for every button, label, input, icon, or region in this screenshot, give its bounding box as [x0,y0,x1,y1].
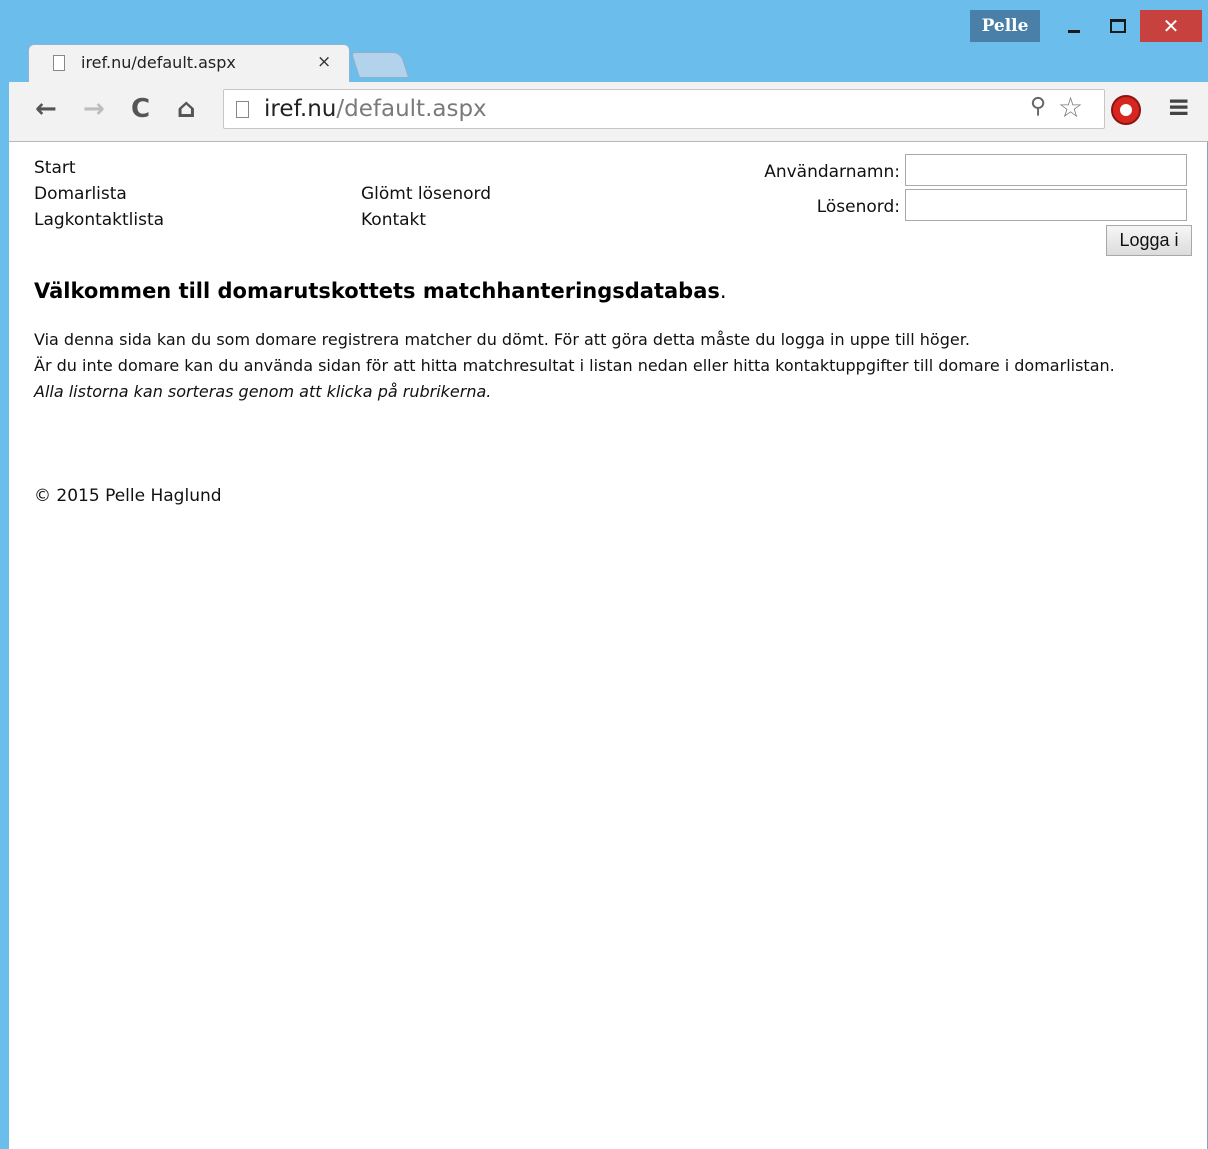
nav-link-start[interactable]: Start [34,158,76,178]
nav-link-lagkontaktlista[interactable]: Lagkontaktlista [34,210,164,230]
page-icon [53,55,65,71]
password-label: Lösenord: [816,197,900,217]
heading-text: Välkommen till domarutskottets matchhant… [34,279,720,303]
close-icon: ✕ [1162,14,1180,38]
page-heading: Välkommen till domarutskottets matchhant… [34,279,727,303]
login-button[interactable]: Logga i [1106,225,1192,256]
reload-icon[interactable]: C [131,94,150,124]
intro-line-1: Via denna sida kan du som domare registr… [34,330,970,349]
browser-window: Pelle ✕ iref.nu/default.aspx × ← → C ⌂ i… [0,0,1208,1149]
adblock-icon[interactable] [1111,95,1141,125]
nav-link-domarlista[interactable]: Domarlista [34,184,127,204]
address-bar[interactable]: iref.nu/default.aspx ⚲ ☆ [223,89,1105,129]
url-path: /default.aspx [336,96,487,122]
forward-arrow-icon[interactable]: → [83,94,105,124]
password-input[interactable] [905,189,1187,221]
heading-dot: . [719,279,727,303]
maximize-icon [1110,19,1126,33]
url-host: iref.nu [264,96,337,122]
title-bar: Pelle ✕ [0,0,1208,44]
footer-copyright: © 2015 Pelle Haglund [34,486,222,506]
hamburger-menu-icon[interactable]: ≡ [1167,90,1190,123]
profile-badge[interactable]: Pelle [970,10,1040,42]
page-content: Start Domarlista Lagkontaktlista Glömt l… [9,142,1208,1149]
browser-toolbar: ← → C ⌂ iref.nu/default.aspx ⚲ ☆ ≡ [9,82,1208,142]
browser-tab[interactable]: iref.nu/default.aspx × [28,44,350,82]
intro-line-2: Är du inte domare kan du använda sidan f… [34,356,1115,375]
page-icon [236,101,249,118]
tab-title: iref.nu/default.aspx [81,53,236,72]
username-label: Användarnamn: [764,162,900,182]
maximize-button[interactable] [1096,10,1140,42]
minimize-button[interactable] [1052,10,1096,42]
intro-line-3: Alla listorna kan sorteras genom att kli… [34,382,492,401]
back-arrow-icon[interactable]: ← [35,94,57,124]
close-window-button[interactable]: ✕ [1140,10,1202,42]
home-icon[interactable]: ⌂ [177,94,196,124]
address-url[interactable]: iref.nu/default.aspx [264,96,487,122]
minimize-icon [1068,29,1080,33]
key-icon[interactable]: ⚲ [1030,94,1046,119]
username-input[interactable] [905,154,1187,186]
new-tab-button[interactable] [350,52,410,78]
nav-link-kontakt[interactable]: Kontakt [361,210,426,230]
tab-close-icon[interactable]: × [317,52,331,72]
nav-link-glomt-losenord[interactable]: Glömt lösenord [361,184,491,204]
bookmark-star-icon[interactable]: ☆ [1058,91,1083,124]
